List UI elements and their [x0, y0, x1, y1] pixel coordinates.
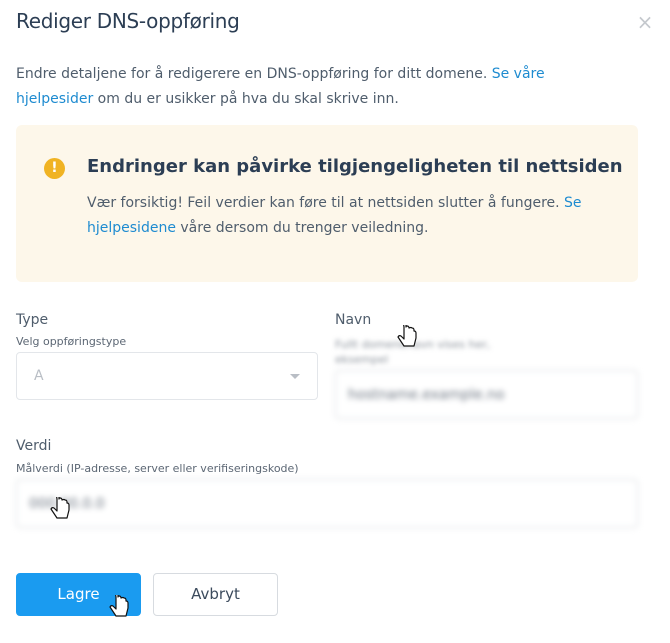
cancel-button[interactable]: Avbryt	[153, 573, 278, 616]
warning-alert: ! Endringer kan påvirke tilgjengelighete…	[16, 125, 638, 282]
name-label: Navn	[335, 312, 372, 328]
name-hint: Fullt domenenavn vises her, eksempel	[335, 338, 491, 366]
close-icon[interactable]: ×	[634, 11, 656, 33]
type-select-value: A	[34, 368, 44, 384]
chevron-down-icon	[290, 374, 300, 379]
intro-text-suffix: om du er usikker på hva du skal skrive i…	[93, 90, 399, 107]
type-select[interactable]: A	[16, 352, 318, 400]
save-button[interactable]: Lagre	[16, 573, 141, 616]
value-label: Verdi	[16, 438, 52, 454]
alert-title: Endringer kan påvirke tilgjengeligheten …	[87, 156, 623, 177]
intro-text: Endre detaljene for å redigerere en DNS-…	[16, 62, 626, 111]
name-input[interactable]	[335, 370, 638, 419]
value-input[interactable]	[16, 479, 638, 528]
value-sublabel: Målverdi (IP-adresse, server eller verif…	[16, 462, 299, 475]
alert-text-suffix: våre dersom du trenger veiledning.	[175, 220, 429, 236]
dialog-title: Rediger DNS-oppføring	[16, 9, 240, 33]
type-label: Type	[16, 312, 49, 328]
type-sublabel: Velg oppføringstype	[16, 335, 127, 348]
warning-icon: !	[44, 158, 65, 179]
alert-text: Vær forsiktig! Feil verdier kan føre til…	[87, 191, 607, 241]
intro-text-main: Endre detaljene for å redigerere en DNS-…	[16, 66, 492, 82]
alert-text-main: Vær forsiktig! Feil verdier kan føre til…	[87, 195, 565, 211]
